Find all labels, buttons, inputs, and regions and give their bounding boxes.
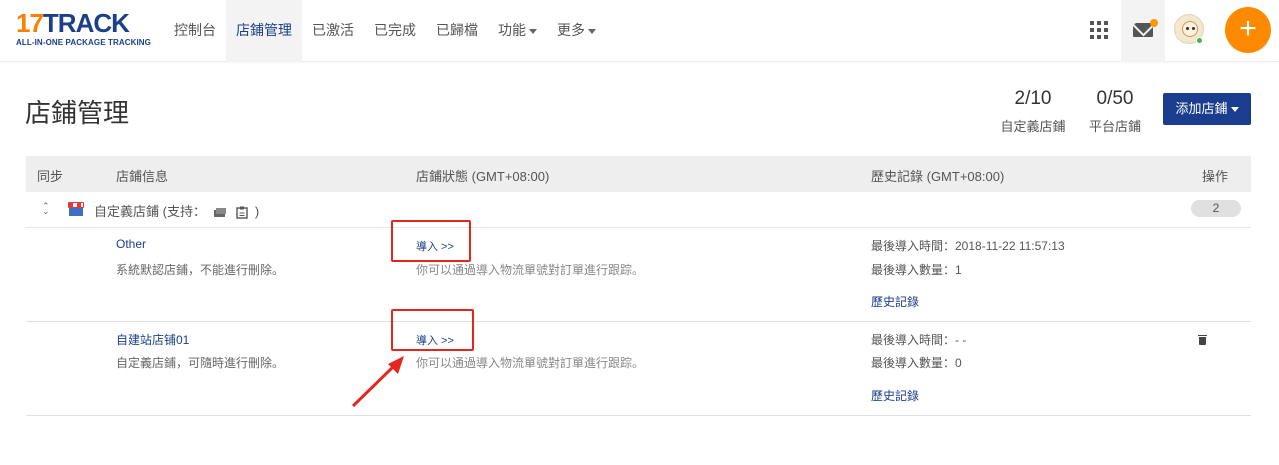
nav-features-dropdown[interactable]: 功能 bbox=[488, 0, 547, 62]
last-import-time: 最後導入時間：- - bbox=[871, 333, 967, 347]
highlight-box bbox=[391, 220, 471, 262]
nav-label: 更多 bbox=[557, 22, 585, 38]
group-label-suffix: ) bbox=[254, 204, 260, 219]
logo-tagline: ALL-IN-ONE PACKAGE TRACKING bbox=[16, 38, 151, 47]
stat-value: 2/10 bbox=[1014, 88, 1052, 109]
col-store-info: 店鋪信息 bbox=[116, 169, 169, 184]
plus-button[interactable]: + bbox=[1225, 7, 1271, 53]
plus-icon: + bbox=[1239, 12, 1257, 45]
custom-store-stat: 2/10 自定義店鋪 bbox=[998, 88, 1068, 135]
last-import-count: 最後導入數量：0 bbox=[871, 356, 962, 370]
col-actions: 操作 bbox=[1202, 169, 1229, 184]
store-description: 自定義店鋪，可隨時進行刪除。 bbox=[116, 356, 285, 370]
store-icon bbox=[68, 202, 84, 216]
last-import-count: 最後導入數量：1 bbox=[871, 263, 962, 277]
nav-archived[interactable]: 已歸檔 bbox=[426, 0, 488, 62]
table-row: 自建站店铺01 自定義店鋪，可隨時進行刪除。 導入 >> 你可以通過導入物流單號… bbox=[26, 322, 1251, 416]
caret-down-icon bbox=[529, 28, 537, 34]
col-history: 歷史記錄 (GMT+08:00) bbox=[871, 169, 1005, 184]
add-store-button[interactable]: 添加店鋪 bbox=[1163, 93, 1251, 125]
col-sync: 同步 bbox=[37, 169, 64, 184]
import-hint: 你可以通過導入物流單號對訂單進行跟踪。 bbox=[416, 263, 645, 277]
nav-dashboard[interactable]: 控制台 bbox=[164, 0, 226, 62]
card-icon bbox=[213, 207, 226, 217]
page-title: 店鋪管理 bbox=[25, 98, 130, 128]
annotation-arrow bbox=[351, 356, 404, 408]
col-store-status: 店鋪狀態 (GMT+08:00) bbox=[416, 169, 550, 184]
logo-number: 17 bbox=[16, 8, 44, 38]
import-hint: 你可以通過導入物流單號對訂單進行跟踪。 bbox=[416, 356, 645, 370]
nav-label: 已激活 bbox=[312, 22, 354, 38]
custom-store-group-row[interactable]: ⌃ ⌄ 自定義店鋪 (支持： ) 2 bbox=[26, 192, 1251, 228]
nav-label: 已完成 bbox=[374, 22, 416, 38]
table-row: Other 系統默認店鋪，不能進行刪除。 導入 >> 你可以通過導入物流單號對訂… bbox=[26, 228, 1251, 322]
nav-label: 店鋪管理 bbox=[236, 22, 292, 38]
delete-icon[interactable] bbox=[1198, 335, 1207, 345]
store-description: 系統默認店鋪，不能進行刪除。 bbox=[116, 263, 285, 277]
nav-label: 控制台 bbox=[174, 22, 216, 38]
online-status-dot bbox=[1196, 37, 1203, 44]
logo[interactable]: 17TRACK ALL-IN-ONE PACKAGE TRACKING bbox=[16, 8, 151, 50]
nav-label: 已歸檔 bbox=[436, 22, 478, 38]
highlight-box bbox=[391, 309, 474, 351]
nav-completed[interactable]: 已完成 bbox=[364, 0, 426, 62]
platform-store-stat: 0/50 平台店鋪 bbox=[1085, 88, 1145, 135]
stat-label: 自定義店鋪 bbox=[1000, 119, 1066, 134]
nav-store-management[interactable]: 店鋪管理 bbox=[226, 0, 302, 62]
last-import-time: 最後導入時間：2018-11-22 11:57:13 bbox=[871, 239, 1065, 253]
logo-wordmark: TRACK bbox=[42, 8, 130, 38]
caret-down-icon bbox=[1230, 107, 1239, 113]
group-label-text: 自定義店鋪 (支持： bbox=[94, 204, 206, 219]
collapse-icon[interactable]: ⌃ ⌄ bbox=[42, 202, 50, 216]
mail-button[interactable] bbox=[1121, 0, 1165, 62]
caret-down-icon bbox=[588, 28, 596, 34]
clipboard-icon bbox=[236, 206, 248, 219]
main-nav: 控制台 店鋪管理 已激活 已完成 已歸檔 功能 更多 bbox=[164, 0, 606, 62]
add-store-label: 添加店鋪 bbox=[1175, 101, 1228, 116]
nav-more-dropdown[interactable]: 更多 bbox=[547, 0, 606, 62]
nav-label: 功能 bbox=[498, 22, 526, 38]
store-name[interactable]: Other bbox=[116, 237, 146, 251]
nav-activated[interactable]: 已激活 bbox=[302, 0, 364, 62]
store-count-badge: 2 bbox=[1191, 200, 1241, 217]
stat-label: 平台店鋪 bbox=[1088, 119, 1141, 134]
notification-dot bbox=[1150, 19, 1158, 27]
stat-value: 0/50 bbox=[1096, 88, 1134, 109]
table-header: 同步 店鋪信息 店鋪狀態 (GMT+08:00) 歷史記錄 (GMT+08:00… bbox=[26, 156, 1251, 192]
history-link[interactable]: 歷史記錄 bbox=[871, 387, 919, 404]
top-navbar: 17TRACK ALL-IN-ONE PACKAGE TRACKING 控制台 … bbox=[0, 0, 1279, 62]
apps-grid-icon[interactable] bbox=[1090, 21, 1108, 39]
group-label: 自定義店鋪 (支持： ) bbox=[94, 201, 259, 220]
history-link[interactable]: 歷史記錄 bbox=[871, 293, 919, 310]
store-name[interactable]: 自建站店铺01 bbox=[116, 331, 189, 348]
